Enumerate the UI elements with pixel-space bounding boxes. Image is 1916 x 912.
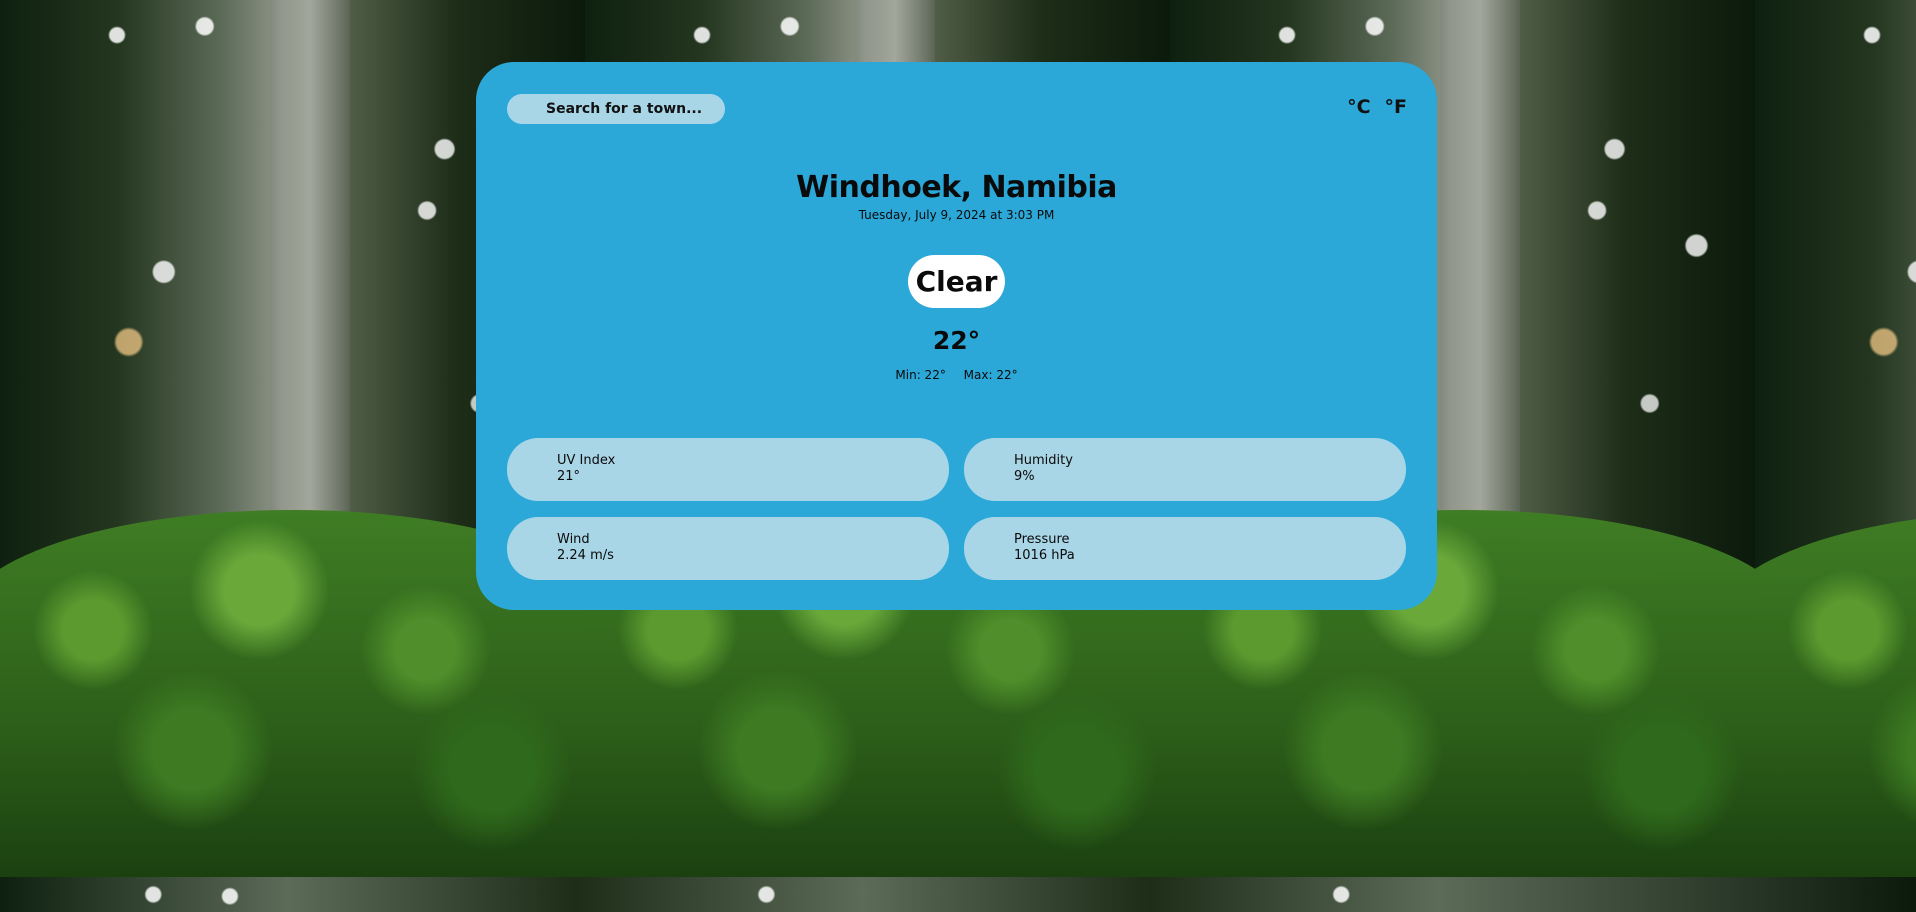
search-input[interactable]: [507, 94, 725, 124]
background-tile: [1755, 0, 1916, 877]
unit-toggle: °C °F: [1347, 96, 1407, 118]
local-datetime: Tuesday, July 9, 2024 at 3:03 PM: [858, 208, 1055, 222]
pressure-tile: Pressure 1016 hPa: [964, 517, 1406, 580]
current-temperature: 22°: [932, 326, 981, 355]
weather-card: °C °F Windhoek, Namibia Tuesday, July 9,…: [476, 62, 1437, 610]
detail-label: UV Index: [557, 453, 616, 468]
detail-label: Pressure: [1014, 532, 1070, 547]
uv-index-tile: UV Index 21°: [507, 438, 949, 501]
max-temperature: Max: 22°: [963, 368, 1018, 382]
background-strip: [0, 877, 1916, 912]
detail-label: Wind: [557, 532, 590, 547]
celsius-button[interactable]: °C: [1347, 96, 1370, 118]
min-temperature: Min: 22°: [895, 368, 946, 382]
detail-value: 9%: [1014, 469, 1035, 484]
city-name: Windhoek, Namibia: [796, 170, 1117, 205]
fahrenheit-button[interactable]: °F: [1385, 96, 1407, 118]
detail-label: Humidity: [1014, 453, 1073, 468]
detail-value: 2.24 m/s: [557, 548, 614, 563]
detail-value: 1016 hPa: [1014, 548, 1075, 563]
humidity-tile: Humidity 9%: [964, 438, 1406, 501]
detail-value: 21°: [557, 469, 581, 484]
weather-condition-badge: Clear: [908, 255, 1005, 308]
min-max-temperature: Min: 22° Max: 22°: [476, 368, 1437, 382]
wind-tile: Wind 2.24 m/s: [507, 517, 949, 580]
